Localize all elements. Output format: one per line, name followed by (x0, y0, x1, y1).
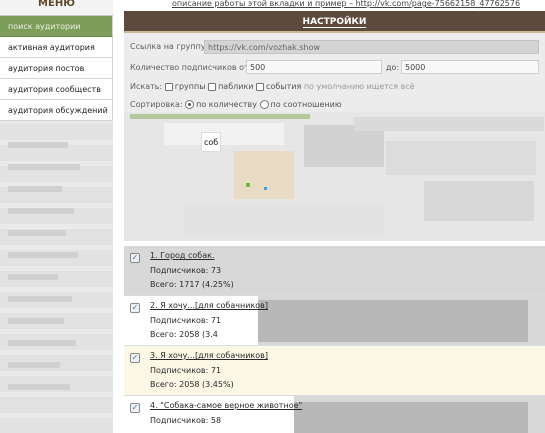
result-subscribers: Подписчиков: 58 (150, 416, 222, 425)
sidebar-item-audience-search[interactable]: поиск аудитории (0, 16, 113, 37)
search-type-row: Искать: группы паблики события по умолча… (130, 82, 415, 91)
page-help-link[interactable]: описание работы этой вкладки и пример – … (120, 0, 545, 9)
checkbox-checked-icon[interactable]: ✓ (130, 303, 140, 313)
result-subscribers: Подписчиков: 71 (150, 366, 222, 375)
groups-option-label: группы (174, 82, 206, 91)
events-option-label: события (266, 82, 302, 91)
result-subscribers: Подписчиков: 73 (150, 266, 222, 275)
sort-label: Сортировка: (130, 100, 183, 109)
result-title[interactable]: 2. Я хочу...[для собачников] (150, 301, 268, 310)
result-title[interactable]: 1. Город собак. (150, 251, 215, 260)
result-item[interactable]: ✓ 1. Город собак. Подписчиков: 73 Всего:… (124, 246, 545, 295)
result-item[interactable]: ✓ 4. "Собака-самое верное животное" Подп… (124, 396, 545, 433)
subs-row: Количество подписчиков от: (130, 63, 251, 72)
checkbox-checked-icon[interactable]: ✓ (130, 353, 140, 363)
results-list: ✓ 1. Город собак. Подписчиков: 73 Всего:… (124, 246, 545, 433)
result-total: Всего: 2058 (3.45%) (150, 380, 234, 389)
sidebar: МЕНЮ поиск аудитории активная аудитория … (0, 0, 113, 433)
subs-from-input[interactable]: 500 (246, 60, 382, 74)
result-title[interactable]: 4. "Собака-самое верное животное" (150, 401, 302, 410)
search-tooltip: соб (201, 132, 221, 152)
search-hint: по умолчанию ищется всё (303, 82, 415, 91)
result-total: Всего: 2058 (3.4 (150, 330, 218, 339)
sidebar-item-active-audience[interactable]: активная аудитория (0, 37, 113, 58)
subs-to-input[interactable]: 5000 (401, 60, 539, 74)
subs-label: Количество подписчиков от: (130, 63, 252, 72)
result-item[interactable]: ✓ 3. Я хочу...[для собачников] Подписчик… (124, 346, 545, 395)
search-label: Искать: (130, 82, 163, 91)
menu-title: МЕНЮ (0, 0, 113, 16)
sort-by-ratio-label: по соотношению (270, 100, 342, 109)
sidebar-item-discussions-audience[interactable]: аудитория обсуждений (0, 100, 113, 121)
settings-title: НАСТРОЙКИ (124, 11, 545, 33)
sidebar-blurred-area (0, 124, 113, 433)
group-link-input[interactable]: https://vk.com/vozhak.show (204, 40, 539, 54)
settings-panel: НАСТРОЙКИ Ссылка на группу: https://vk.c… (124, 11, 545, 241)
sort-by-ratio-radio[interactable] (259, 100, 269, 109)
groups-checkbox[interactable] (164, 82, 173, 91)
checkbox-checked-icon[interactable]: ✓ (130, 403, 140, 413)
result-item[interactable]: ✓ 2. Я хочу...[для собачников] Подписчик… (124, 296, 545, 345)
result-title[interactable]: 3. Я хочу...[для собачников] (150, 351, 268, 360)
subs-to-label: до: (386, 63, 400, 72)
sort-by-count-radio[interactable] (185, 100, 195, 109)
sort-by-count-label: по количеству (196, 100, 257, 109)
result-total: Всего: 1717 (4.25%) (150, 280, 234, 289)
group-link-label: Ссылка на группу: (130, 42, 209, 51)
events-checkbox[interactable] (256, 82, 265, 91)
sort-row: Сортировка: по количеству по соотношению (130, 100, 342, 109)
result-subscribers: Подписчиков: 71 (150, 316, 222, 325)
group-link-row: Ссылка на группу: (130, 42, 208, 51)
sidebar-item-communities-audience[interactable]: аудитория сообществ (0, 79, 113, 100)
sidebar-item-posts-audience[interactable]: аудитория постов (0, 58, 113, 79)
checkbox-checked-icon[interactable]: ✓ (130, 253, 140, 263)
publics-checkbox[interactable] (208, 82, 217, 91)
publics-option-label: паблики (218, 82, 254, 91)
